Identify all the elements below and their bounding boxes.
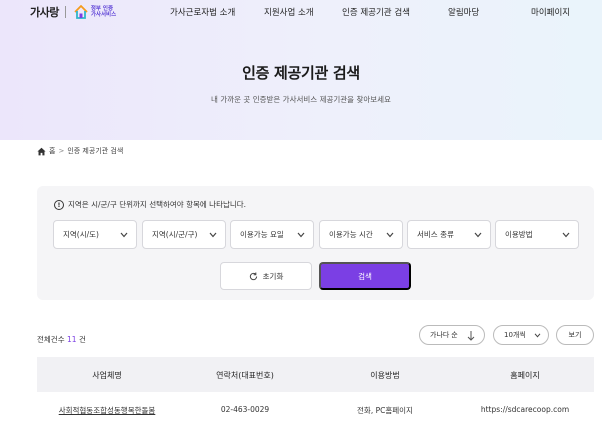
select-available-time[interactable]: 이용가능 시간 (319, 220, 403, 249)
select-label: 이용방법 (505, 230, 533, 239)
region-notice: ! 지역은 시/군/구 단위까지 선택하여야 항목에 나타납니다. (54, 199, 246, 210)
per-page-select[interactable]: 10개씩 (493, 325, 549, 345)
select-label: 서비스 종류 (417, 230, 454, 239)
result-count: 전체건수 11 건 (37, 334, 86, 345)
notice-text: 지역은 시/군/구 단위까지 선택하여야 항목에 나타납니다. (68, 200, 247, 209)
select-service-type[interactable]: 서비스 종류 (407, 220, 491, 249)
page-subtitle: 내 가까운 곳 인증받은 가사서비스 제공기관을 찾아보세요 (211, 95, 391, 104)
sort-order-button[interactable]: 가나다 순 (419, 325, 485, 345)
logo-badge: 정부 인증 가사서비스 (91, 6, 121, 18)
homepage-link[interactable]: https://sdcarecoop.com (481, 405, 569, 414)
column-header-company: 사업체명 (92, 371, 122, 380)
arrow-down-icon (467, 331, 475, 341)
house-logo-icon (74, 5, 88, 19)
chevron-down-icon (534, 333, 541, 338)
select-region-sido[interactable]: 지역(시/도) (53, 220, 137, 249)
breadcrumb: 홈 > 인증 제공기관 검색 (37, 146, 123, 156)
nav-notices[interactable]: 알림마당 (448, 6, 479, 18)
column-header-homepage: 홈페이지 (510, 371, 540, 380)
column-header-usage: 이용방법 (370, 371, 400, 380)
nav-law-intro[interactable]: 가사근로자법 소개 (170, 6, 235, 18)
select-label: 이용가능 요일 (240, 230, 284, 239)
select-label: 지역(시/군/구) (152, 230, 198, 239)
nav-support-intro[interactable]: 지원사업 소개 (264, 6, 314, 18)
column-header-contact: 연락처(대표번호) (216, 371, 274, 380)
select-label: 이용가능 시간 (329, 230, 373, 239)
breadcrumb-home[interactable]: 홈 (49, 146, 55, 156)
sort-order-label: 가나다 순 (430, 332, 458, 339)
chevron-down-icon (474, 232, 482, 238)
nav-mypage[interactable]: 마이페이지 (531, 6, 570, 18)
select-label: 지역(시/도) (63, 230, 99, 239)
select-available-day[interactable]: 이용가능 요일 (230, 220, 314, 249)
result-count-number: 11 (67, 335, 77, 344)
result-count-suffix: 건 (78, 335, 86, 344)
reset-button[interactable]: 초기화 (220, 262, 312, 290)
chevron-down-icon (120, 232, 128, 238)
company-name-link[interactable]: 사회적협동조합성동행복한돌봄 (59, 405, 156, 416)
nav-provider-search[interactable]: 인증 제공기관 검색 (342, 6, 410, 18)
breadcrumb-current: 인증 제공기관 검색 (67, 147, 124, 155)
breadcrumb-separator: > (58, 147, 65, 155)
filter-panel: ! 지역은 시/군/구 단위까지 선택하여야 항목에 나타납니다. 지역(시/도… (37, 186, 594, 300)
chevron-down-icon (209, 232, 217, 238)
table-header: 사업체명 연락처(대표번호) 이용방법 홈페이지 (37, 357, 594, 392)
chevron-down-icon (562, 232, 570, 238)
usage-method: 전화, PC홈페이지 (357, 406, 413, 415)
select-usage-method[interactable]: 이용방법 (495, 220, 579, 249)
chevron-down-icon (297, 232, 305, 238)
contact-number: 02-463-0029 (220, 405, 270, 414)
logo-divider (64, 6, 66, 18)
chevron-down-icon (386, 232, 394, 238)
info-icon: ! (54, 199, 64, 210)
page-title: 인증 제공기관 검색 (242, 64, 360, 82)
top-navigation: 가사랑 정부 인증 가사서비스 가사근로자법 소개 지원사업 소개 인증 제공기… (0, 0, 602, 26)
logo-wordmark: 가사랑 (30, 6, 59, 19)
result-count-prefix: 전체건수 (37, 335, 65, 344)
site-logo[interactable]: 가사랑 정부 인증 가사서비스 (30, 3, 121, 21)
home-icon[interactable] (37, 147, 46, 156)
search-button[interactable]: 검색 (319, 262, 411, 290)
logo-badge-line2: 가사서비스 (90, 12, 117, 18)
refresh-icon (249, 272, 257, 280)
select-region-sigungu[interactable]: 지역(시/군/구) (142, 220, 226, 249)
per-page-label: 10개씩 (504, 331, 526, 339)
view-button[interactable]: 보기 (556, 325, 594, 345)
reset-button-label: 초기화 (262, 271, 284, 281)
